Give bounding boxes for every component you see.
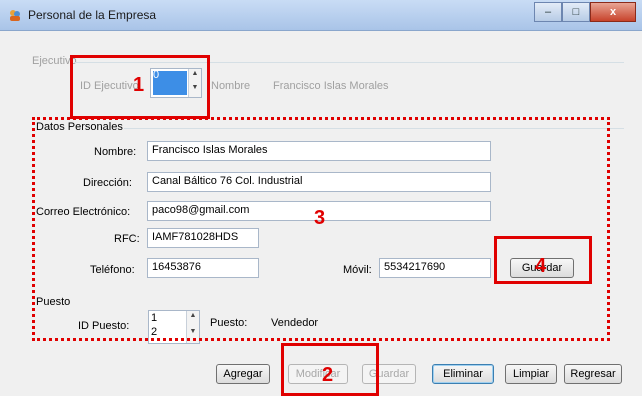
close-button[interactable]: x [590,2,636,22]
nombre-ejecutivo-value: Francisco Islas Morales [273,80,389,92]
annotation-number-2: 2 [322,364,334,386]
annotation-number-4: 4 [535,255,547,277]
app-icon [10,10,20,21]
window-controls: – □ x [534,2,636,22]
annotation-number-1: 1 [133,74,145,96]
limpiar-button[interactable]: Limpiar [505,364,557,384]
maximize-button[interactable]: □ [562,2,590,22]
eliminar-button[interactable]: Eliminar [432,364,494,384]
window-title: Personal de la Empresa [28,8,157,22]
nombre-ejecutivo-label: Nombre [211,80,251,92]
agregar-button[interactable]: Agregar [216,364,270,384]
title-bar[interactable]: Personal de la Empresa – □ x [0,0,642,31]
minimize-button[interactable]: – [534,2,562,22]
regresar-button[interactable]: Regresar [564,364,622,384]
annotation-number-3: 3 [314,207,326,229]
